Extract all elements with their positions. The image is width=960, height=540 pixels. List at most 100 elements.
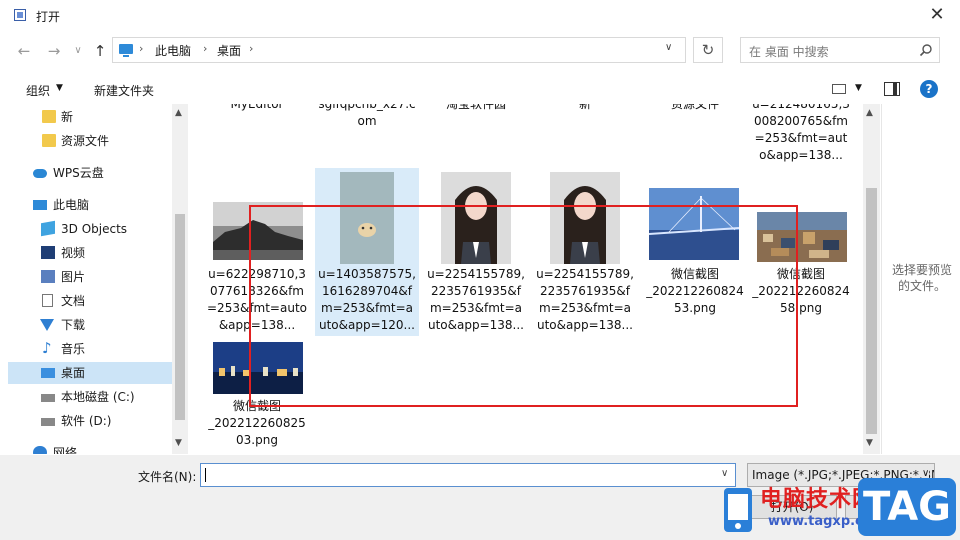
highlight-annotation-box bbox=[249, 205, 798, 407]
cube-icon bbox=[41, 220, 55, 237]
scroll-down-icon[interactable]: ▼ bbox=[866, 438, 873, 448]
sidebar-item-drive-d[interactable]: 软件 (D:) bbox=[8, 410, 172, 432]
sidebar-item-downloads[interactable]: 下载 bbox=[8, 314, 172, 336]
watermark-tag-badge: TAG bbox=[858, 478, 956, 536]
sidebar-item-new-folder[interactable]: 新 bbox=[8, 106, 172, 128]
sidebar-item-label: 3D Objects bbox=[61, 222, 128, 236]
folder-icon bbox=[42, 134, 56, 147]
sidebar-item-music[interactable]: ♪ 音乐 bbox=[8, 338, 172, 360]
organize-menu-button[interactable]: 组织 bbox=[26, 82, 50, 99]
breadcrumb-separator: › bbox=[203, 42, 208, 55]
search-icon bbox=[919, 44, 932, 57]
view-mode-icon[interactable] bbox=[832, 84, 846, 94]
file-item[interactable]: sglfqpchb_x27.c om bbox=[315, 104, 419, 164]
navigation-pane: 新 资源文件 WPS云盘 此电脑 3D Objects 视频 图片 文档 下载 … bbox=[8, 104, 172, 454]
file-name: 淘宝软件园 bbox=[445, 104, 506, 111]
address-dropdown-icon[interactable]: ∨ bbox=[665, 42, 672, 53]
disk-icon bbox=[41, 418, 55, 426]
music-icon: ♪ bbox=[42, 339, 52, 357]
file-name: 新 bbox=[578, 104, 591, 111]
file-name: sglfqpchb_x27.c om bbox=[318, 104, 416, 128]
sidebar-item-resources[interactable]: 资源文件 bbox=[8, 130, 172, 152]
scrollbar-thumb[interactable] bbox=[866, 188, 877, 434]
sidebar-item-wps-cloud[interactable]: WPS云盘 bbox=[8, 162, 172, 184]
network-icon bbox=[33, 446, 47, 454]
desktop-icon bbox=[41, 368, 55, 378]
breadcrumb-separator: › bbox=[139, 42, 144, 55]
filename-input[interactable]: ∨ bbox=[200, 463, 736, 487]
sidebar-item-label: 此电脑 bbox=[53, 198, 90, 212]
sidebar-item-drive-c[interactable]: 本地磁盘 (C:) bbox=[8, 386, 172, 408]
sidebar-item-label: WPS云盘 bbox=[53, 166, 104, 180]
sidebar-item-desktop[interactable]: 桌面 bbox=[8, 362, 172, 384]
breadcrumb-this-pc[interactable]: 此电脑 bbox=[155, 42, 191, 59]
file-name: 资源文件 bbox=[670, 104, 719, 111]
watermark-logo-icon bbox=[724, 488, 752, 532]
scroll-up-icon[interactable]: ▲ bbox=[866, 108, 873, 118]
preview-pane-toggle-icon[interactable] bbox=[884, 82, 900, 96]
sidebar-item-label: 网络 bbox=[53, 446, 78, 454]
file-list-scrollbar[interactable]: ▲ ▼ bbox=[863, 104, 880, 454]
view-mode-caret-icon[interactable]: ▼ bbox=[855, 83, 862, 93]
file-name: u=212480165,3 008200765&fm =253&fmt=aut … bbox=[752, 104, 850, 162]
sidebar-item-pictures[interactable]: 图片 bbox=[8, 266, 172, 288]
preview-placeholder-text: 选择要预览 的文件。 bbox=[891, 263, 952, 293]
search-input[interactable]: 在 桌面 中搜索 bbox=[740, 37, 940, 63]
folder-icon bbox=[42, 110, 56, 123]
recent-locations-chevron-icon[interactable]: ∨ bbox=[66, 40, 90, 62]
document-icon bbox=[42, 294, 53, 307]
disk-icon bbox=[41, 394, 55, 402]
text-cursor bbox=[205, 468, 206, 482]
organize-caret-icon[interactable]: ▼ bbox=[56, 83, 63, 93]
file-item[interactable]: MyEditor bbox=[205, 104, 309, 164]
sidebar-item-label: 视频 bbox=[61, 246, 86, 260]
scroll-up-icon[interactable]: ▲ bbox=[175, 108, 182, 118]
sidebar-item-this-pc[interactable]: 此电脑 bbox=[8, 194, 172, 216]
search-placeholder: 在 桌面 中搜索 bbox=[749, 45, 829, 59]
sidebar-item-network[interactable]: 网络 bbox=[8, 442, 172, 454]
address-bar[interactable]: › 此电脑 › 桌面 › ∨ bbox=[112, 37, 686, 63]
picture-icon bbox=[41, 270, 55, 283]
file-item[interactable]: 资源文件 bbox=[643, 104, 747, 164]
new-folder-button[interactable]: 新建文件夹 bbox=[94, 82, 154, 99]
cloud-icon bbox=[33, 169, 47, 178]
close-icon[interactable]: ✕ bbox=[926, 4, 948, 26]
help-icon[interactable]: ? bbox=[920, 80, 938, 98]
sidebar-item-label: 本地磁盘 (C:) bbox=[61, 390, 135, 404]
refresh-button[interactable]: ↻ bbox=[693, 37, 723, 63]
video-icon bbox=[41, 246, 55, 259]
sidebar-item-label: 桌面 bbox=[61, 366, 86, 380]
command-toolbar: 组织 ▼ 新建文件夹 ▼ ? bbox=[0, 76, 960, 104]
breadcrumb-separator: › bbox=[249, 42, 254, 55]
sidebar-item-label: 新 bbox=[61, 110, 74, 124]
navigation-scrollbar[interactable]: ▲ ▼ bbox=[172, 104, 188, 454]
breadcrumb-desktop[interactable]: 桌面 bbox=[217, 42, 241, 59]
window-title: 打开 bbox=[36, 10, 61, 24]
title-bar: 打开 ✕ bbox=[0, 0, 960, 32]
scrollbar-thumb[interactable] bbox=[175, 214, 185, 420]
sidebar-item-3d-objects[interactable]: 3D Objects bbox=[8, 218, 172, 240]
sidebar-item-documents[interactable]: 文档 bbox=[8, 290, 172, 312]
forward-arrow-icon[interactable]: → bbox=[42, 40, 66, 62]
sidebar-item-label: 文档 bbox=[61, 294, 86, 308]
filename-label: 文件名(N): bbox=[138, 470, 197, 484]
file-item[interactable]: u=212480165,3 008200765&fm =253&fmt=aut … bbox=[749, 104, 853, 170]
sidebar-item-label: 音乐 bbox=[61, 342, 86, 356]
sidebar-item-label: 资源文件 bbox=[61, 134, 110, 148]
sidebar-item-label: 软件 (D:) bbox=[61, 414, 112, 428]
back-arrow-icon[interactable]: ← bbox=[12, 40, 36, 62]
file-name: MyEditor bbox=[230, 104, 284, 111]
file-item[interactable]: 新 bbox=[533, 104, 637, 164]
computer-icon bbox=[33, 200, 47, 210]
computer-icon bbox=[119, 44, 133, 57]
up-arrow-icon[interactable]: ↑ bbox=[88, 40, 112, 62]
file-item[interactable]: 淘宝软件园 bbox=[424, 104, 528, 164]
sidebar-item-label: 下载 bbox=[61, 318, 86, 332]
download-icon bbox=[40, 319, 54, 331]
sidebar-item-videos[interactable]: 视频 bbox=[8, 242, 172, 264]
preview-pane: 选择要预览 的文件。 bbox=[881, 104, 960, 454]
scroll-down-icon[interactable]: ▼ bbox=[175, 438, 182, 448]
window-app-icon bbox=[14, 9, 26, 21]
sidebar-item-label: 图片 bbox=[61, 270, 86, 284]
filename-dropdown-icon[interactable]: ∨ bbox=[721, 468, 728, 479]
